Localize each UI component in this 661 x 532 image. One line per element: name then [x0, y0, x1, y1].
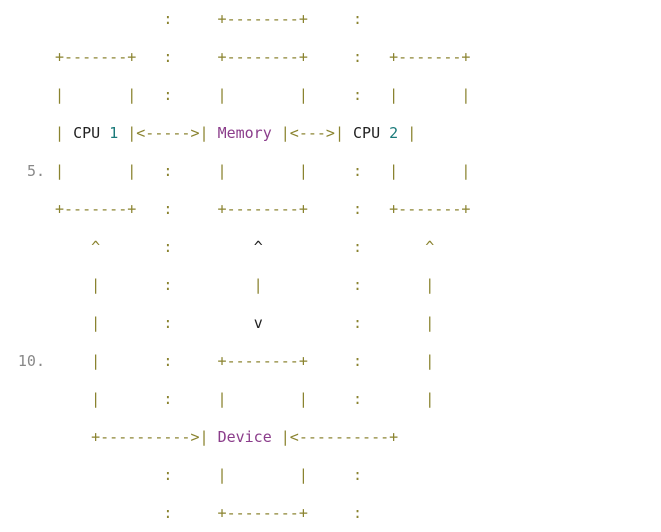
cpu-2-num: 2	[389, 124, 398, 142]
cpu-2-label: CPU	[353, 124, 380, 142]
ascii-diagram: : +--------+ : +-------+ : +--------+ : …	[55, 0, 470, 532]
cpu-1-label: CPU	[73, 124, 100, 142]
line-number-gutter: 5. 10.	[0, 0, 55, 532]
line-number-10: 10.	[18, 352, 45, 370]
device-label: Device	[218, 428, 272, 446]
memory-label: Memory	[218, 124, 272, 142]
line-number-5: 5.	[27, 162, 45, 180]
cpu-1-num: 1	[109, 124, 118, 142]
